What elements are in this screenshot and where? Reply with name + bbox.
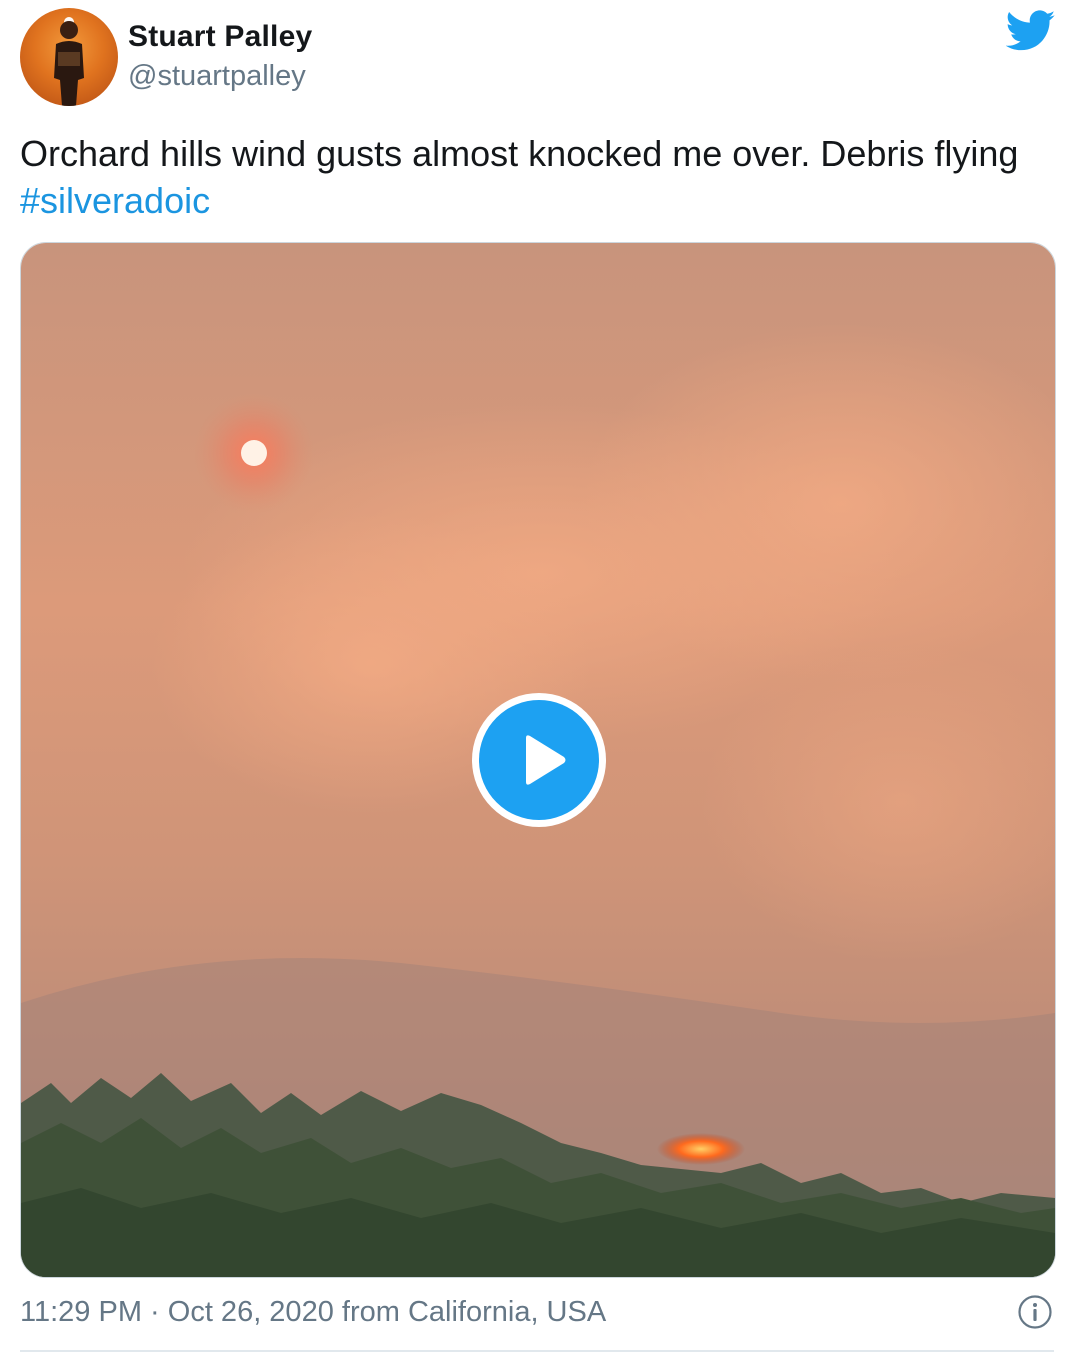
info-icon[interactable] [1018, 1295, 1052, 1329]
tweet-location: from California, USA [333, 1296, 607, 1328]
avatar[interactable] [20, 8, 118, 106]
tweet-card: Stuart Palley @stuartpalley Orchard hill… [0, 0, 1072, 1354]
author-handle[interactable]: @stuartpalley [128, 60, 306, 93]
tweet-date[interactable]: Oct 26, 2020 [168, 1296, 334, 1328]
tweet-meta: 11:29 PM · Oct 26, 2020 from California,… [20, 1296, 606, 1329]
divider [20, 1350, 1054, 1352]
meta-separator: · [141, 1296, 168, 1328]
tweet-text: Orchard hills wind gusts almost knocked … [20, 130, 1050, 224]
play-icon [479, 700, 599, 820]
hashtag-link[interactable]: #silveradoic [20, 180, 210, 221]
twitter-bird-icon[interactable] [1005, 10, 1056, 52]
author-name[interactable]: Stuart Palley [128, 20, 312, 54]
tweet-time[interactable]: 11:29 PM [20, 1296, 142, 1328]
play-button[interactable] [472, 693, 606, 827]
tweet-body: Orchard hills wind gusts almost knocked … [20, 133, 1019, 174]
